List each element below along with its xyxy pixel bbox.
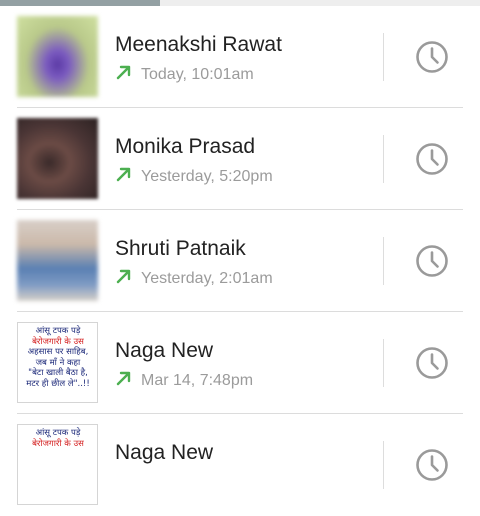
call-log-row[interactable]: Monika Prasad Yesterday, 5:20pm [0,108,480,210]
avatar[interactable]: आंसू टपक पड़े बेरोजगारी के उस अहसास पर स… [17,322,98,403]
call-log-row[interactable]: Meenakshi Rawat Today, 10:01am [0,6,480,108]
call-time: Yesterday, 2:01am [141,270,273,287]
call-time: Today, 10:01am [141,66,254,83]
outgoing-call-arrow-icon [116,371,131,386]
contact-name: Naga New [115,339,214,362]
vertical-separator [383,135,384,183]
avatar[interactable]: आंसू टपक पड़े बेरोजगारी के उस [17,424,98,505]
call-meta: Yesterday, 5:20pm [115,165,273,186]
avatar-text-line: बेरोजगारी के उस [32,336,84,347]
call-meta: Today, 10:01am [115,63,254,84]
call-log-row[interactable]: Shruti Patnaik Yesterday, 2:01am [0,210,480,312]
outgoing-call-arrow-icon [116,65,131,80]
avatar-text-line: आंसू टपक पड़े [35,326,81,336]
call-history-button[interactable] [409,340,455,386]
call-history-button[interactable] [409,136,455,182]
avatar-text-line: अहसास पर साहिब, [27,347,89,357]
call-meta: Yesterday, 2:01am [115,267,273,288]
clock-icon [416,143,448,175]
avatar[interactable] [17,118,98,199]
call-log-list: Meenakshi Rawat Today, 10:01am Monika Pr… [0,6,480,516]
avatar-text-line: आंसू टपक पड़े [35,428,81,438]
avatar[interactable] [17,16,98,97]
avatar-text-line: "बेटा खाली बैठा है, [28,368,88,378]
clock-icon [416,41,448,73]
clock-icon [416,245,448,277]
avatar-text-line: जब माँ ने कहा [35,357,81,368]
call-log-row[interactable]: आंसू टपक पड़े बेरोजगारी के उस Naga New [0,414,480,516]
vertical-separator [383,237,384,285]
vertical-separator [383,33,384,81]
avatar[interactable] [17,220,98,301]
call-time: Yesterday, 5:20pm [141,168,273,185]
contact-name: Meenakshi Rawat [115,33,282,56]
outgoing-call-arrow-icon [116,167,131,182]
call-history-button[interactable] [409,34,455,80]
call-history-button[interactable] [409,238,455,284]
avatar-text-line: बेरोजगारी के उस [32,438,84,449]
outgoing-call-arrow-icon [116,269,131,284]
call-history-button[interactable] [409,442,455,488]
call-log-row[interactable]: आंसू टपक पड़े बेरोजगारी के उस अहसास पर स… [0,312,480,414]
contact-name: Naga New [115,441,214,464]
avatar-text-line: मटर ही छील ले"..!! [26,378,90,389]
clock-icon [416,449,448,481]
contact-name: Shruti Patnaik [115,237,246,260]
vertical-separator [383,441,384,489]
clock-icon [416,347,448,379]
call-time: Mar 14, 7:48pm [141,372,254,389]
vertical-separator [383,339,384,387]
contact-name: Monika Prasad [115,135,256,158]
call-meta: Mar 14, 7:48pm [115,369,253,390]
